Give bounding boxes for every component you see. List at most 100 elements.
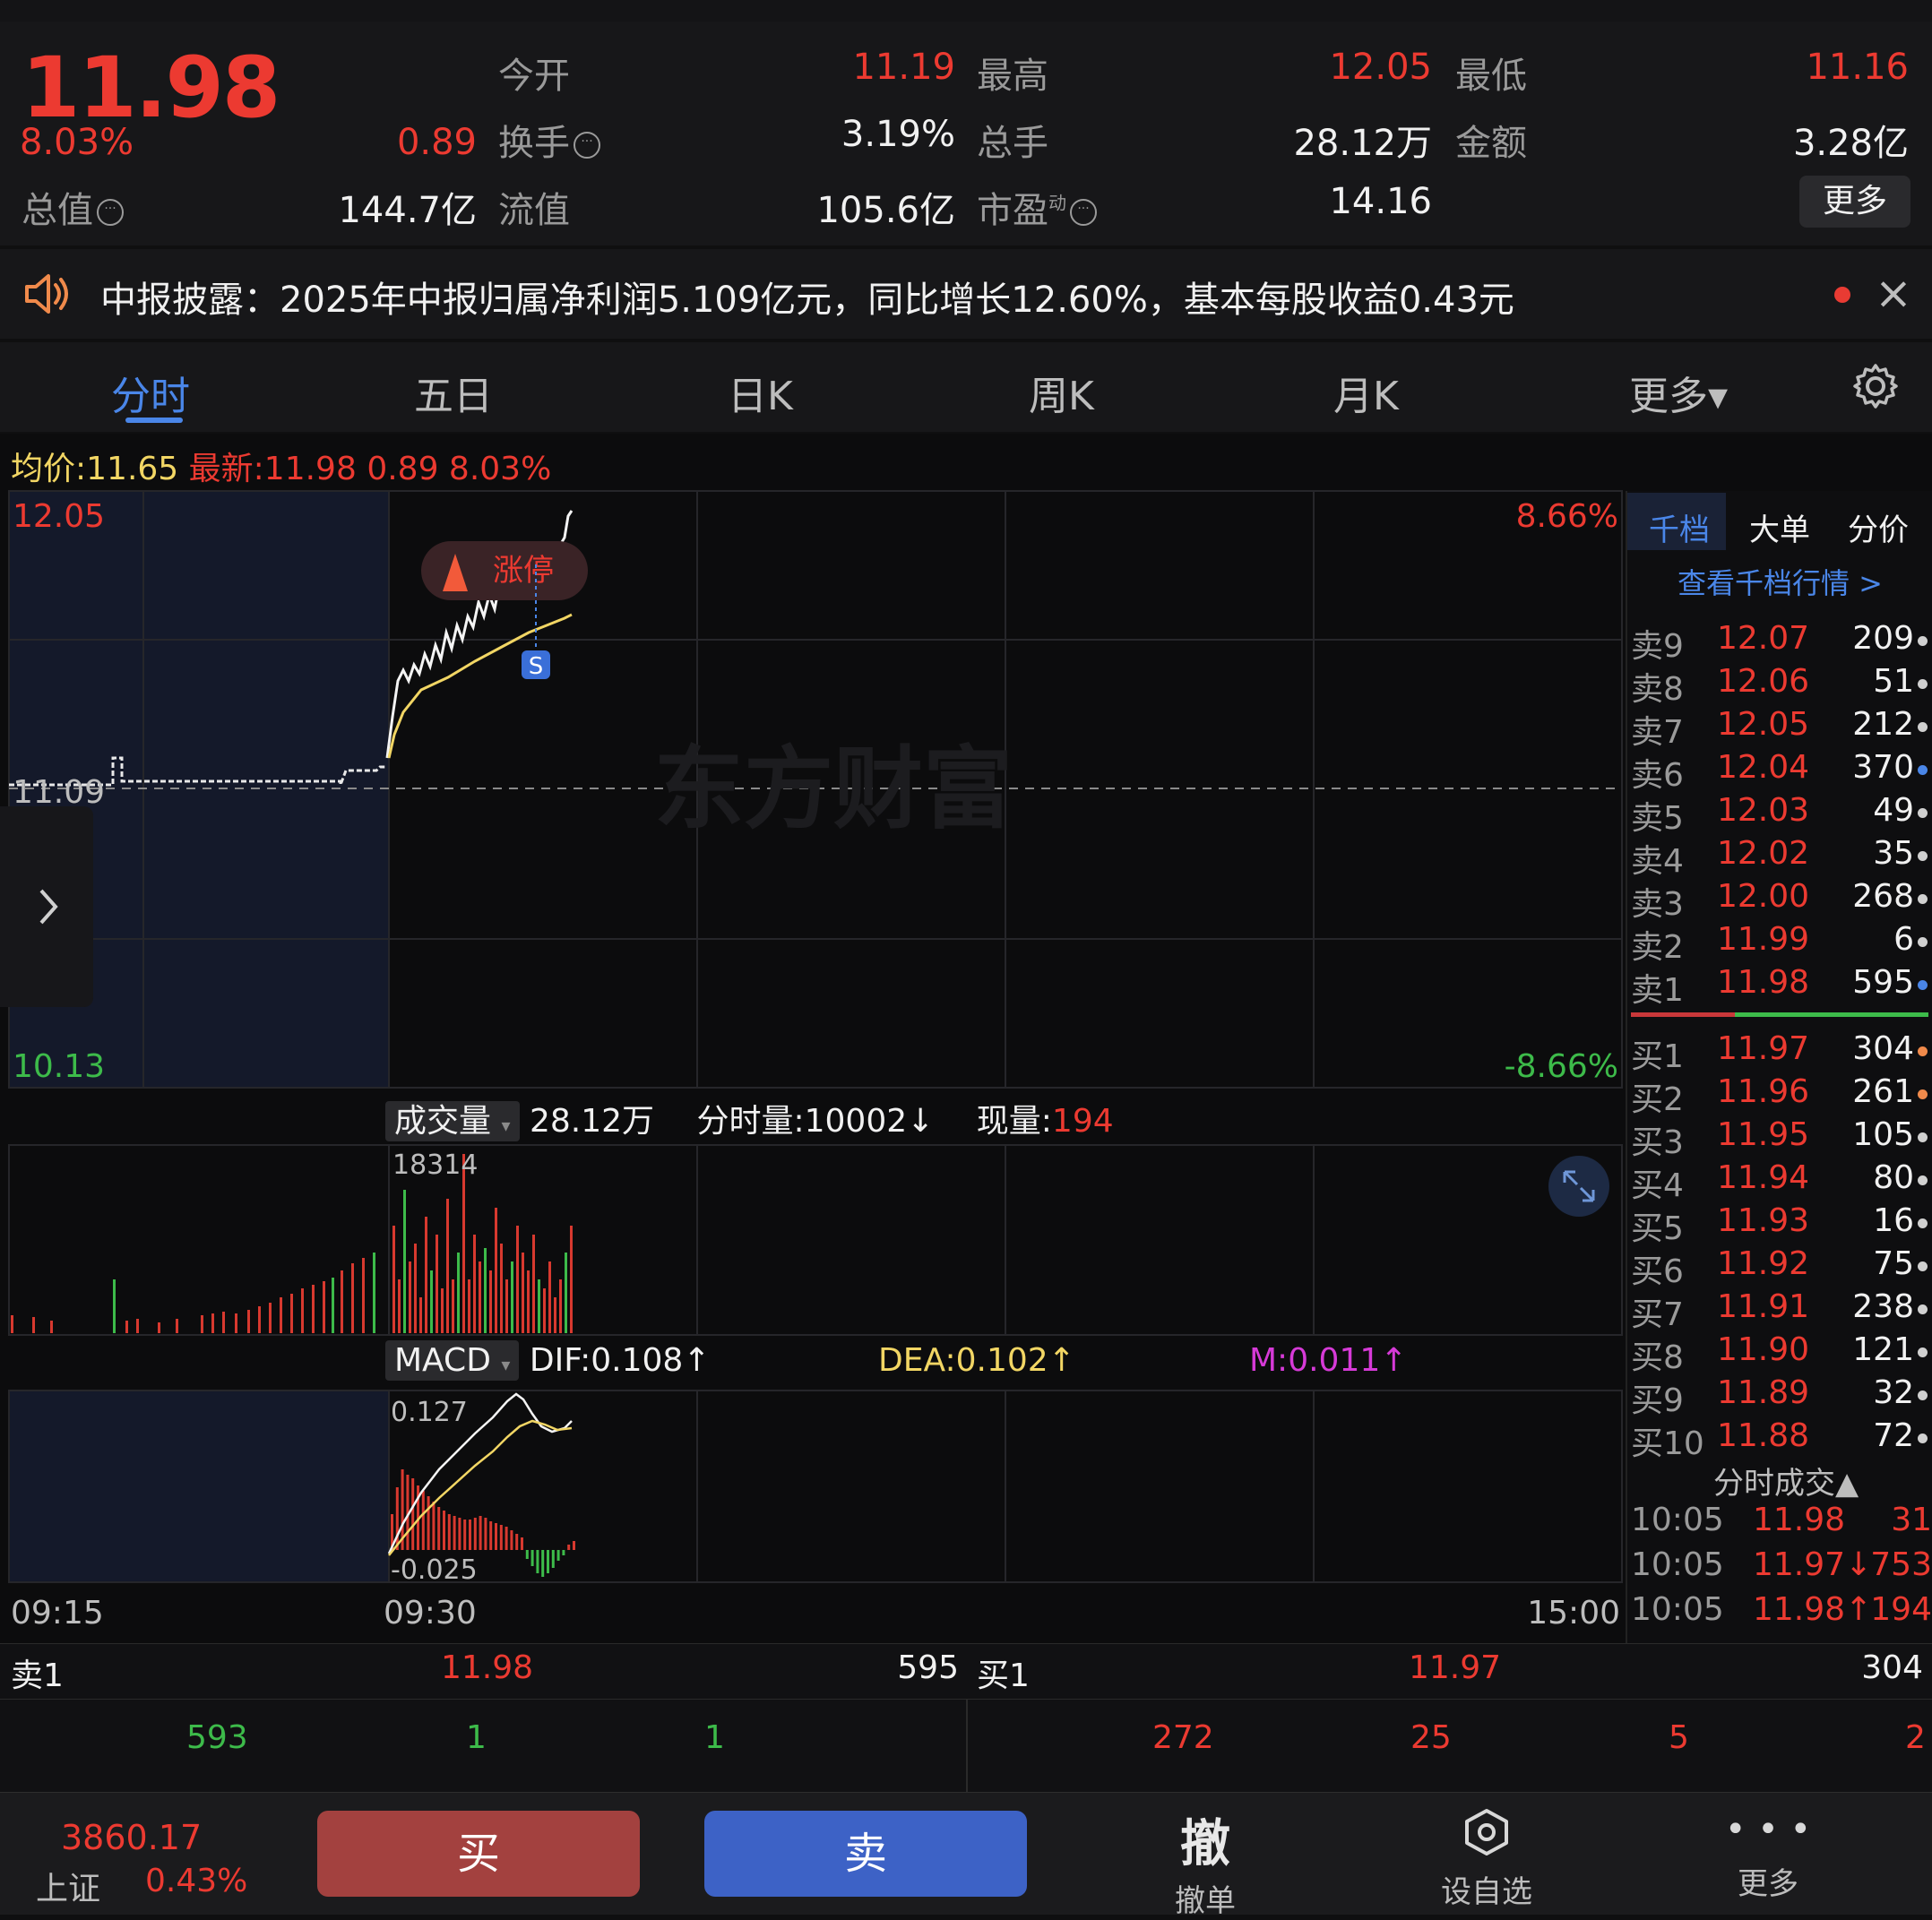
tab-active-indicator [125,418,183,423]
ask-row[interactable]: 卖1 11.98 595 [1627,964,1932,1009]
macd-bar [489,1521,493,1550]
tab-five-day[interactable]: 五日 [414,364,493,421]
expand-button[interactable] [1548,1156,1609,1217]
volume-bar [269,1303,272,1333]
bid-price: 11.95 [1717,1116,1810,1153]
order-dot [1918,679,1928,689]
volume-bar [32,1317,35,1333]
info-dots-icon[interactable]: ··· [574,132,600,159]
mktcap-label[interactable]: 总值 ··· [22,181,124,233]
macd-bar [547,1550,549,1573]
change-pct: 8.03% [20,122,134,163]
bid-queue-item: 272 [1152,1719,1214,1756]
more-nav-button[interactable]: • • • 更多 [1701,1807,1835,1903]
bid-volume: 121 [1852,1331,1914,1368]
volume-bar [258,1306,261,1333]
bid-row[interactable]: 买2 11.96 261 [1627,1073,1932,1118]
add-watchlist-button[interactable]: 设自选 [1419,1807,1554,1911]
volume-max-label: 18314 [392,1149,478,1181]
ask-volume: 595 [1852,964,1914,1001]
buy-button[interactable]: 买 [317,1811,640,1897]
cancel-order-button[interactable]: 撤 撤单 [1138,1804,1272,1920]
level1-row: 卖1 11.98 595 买1 11.97 304 [0,1643,1932,1700]
ask-level-label: 卖3 [1631,886,1684,923]
premarket-shade-macd [9,1390,389,1582]
sell-button[interactable]: 卖 [704,1811,1027,1897]
volume-bar [419,1297,422,1333]
ask-price: 12.05 [1717,706,1810,743]
bid-row[interactable]: 买8 11.90 121 [1627,1331,1932,1376]
tab-depth[interactable]: 千档 [1649,505,1710,549]
bid-level-label: 买8 [1631,1339,1684,1376]
notice-bar[interactable]: 中报披露：2025年中报归属净利润5.109亿元，同比增长12.60%，基本每股… [0,249,1932,339]
macd-bar [562,1550,565,1555]
watermark: 东方财富 [654,736,1013,841]
bid-row[interactable]: 买6 11.92 75 [1627,1245,1932,1290]
tab-weekly-k[interactable]: 周K [1029,364,1094,421]
volume-bar [136,1319,139,1333]
volume-bar [570,1226,573,1333]
macd-bar [556,1550,560,1561]
ask-row[interactable]: 卖5 12.03 49 [1627,792,1932,837]
macd-bar [458,1518,461,1550]
bid-row[interactable]: 买4 11.94 80 [1627,1159,1932,1204]
ask1-label: 卖1 [11,1657,64,1694]
ask-row[interactable]: 卖6 12.04 370 [1627,749,1932,794]
ask-row[interactable]: 卖4 12.02 35 [1627,835,1932,880]
side-panel-toggle[interactable] [0,806,93,1007]
bid-row[interactable]: 买3 11.95 105 [1627,1116,1932,1161]
turnover-label[interactable]: 换手 ··· [498,114,600,166]
order-dot [1918,808,1928,818]
bid-row[interactable]: 买9 11.89 32 [1627,1374,1932,1419]
ask-price: 11.98 [1717,964,1810,1001]
ask-volume: 35 [1873,835,1914,872]
volume-selector[interactable]: 成交量 ▾ [385,1101,520,1141]
ask-volume: 209 [1852,620,1914,657]
tab-daily-k[interactable]: 日K [728,364,793,421]
trades-title[interactable]: 分时成交▲ [1713,1459,1859,1502]
ask-volume: 212 [1852,706,1914,743]
volume-bar [516,1226,519,1333]
ask-volume: 49 [1873,792,1914,829]
macd-selector[interactable]: MACD ▾ [385,1340,520,1381]
volume-bar [158,1322,160,1333]
bid-row[interactable]: 买7 11.91 238 [1627,1288,1932,1333]
tab-big-orders[interactable]: 大单 [1749,505,1810,549]
ask-row[interactable]: 卖7 12.05 212 [1627,706,1932,751]
pe-label[interactable]: 市盈动 ··· [977,181,1097,233]
volume-label: 总手 [977,123,1048,164]
depth-link[interactable]: 查看千档行情 > [1678,561,1883,602]
ask-price: 12.06 [1717,663,1810,700]
info-dots-icon[interactable]: ··· [1070,199,1097,226]
gear-icon[interactable] [1851,362,1900,410]
info-dots-icon[interactable]: ··· [97,199,124,226]
ask-row[interactable]: 卖2 11.99 6 [1627,921,1932,966]
tab-more[interactable]: 更多▾ [1629,364,1728,421]
trade-volume: 194 [1870,1591,1932,1628]
ask-row[interactable]: 卖3 12.00 268 [1627,878,1932,923]
volume-bar [323,1281,325,1333]
tab-price-dist[interactable]: 分价 [1848,505,1909,549]
index-value[interactable]: 3860.17 [61,1818,202,1857]
volume-bar [362,1258,365,1333]
bid-row[interactable]: 买10 11.88 72 [1627,1417,1932,1462]
tab-intraday[interactable]: 分时 [111,364,190,421]
queue-row: 593 1 1 272 25 5 2 [0,1699,1932,1793]
intraday-chart[interactable]: 东方财富 涨停 S 12.05 10.13 11.09 8.66% -8.66%… [0,484,1627,1640]
ask-row[interactable]: 卖9 12.07 209 [1627,620,1932,665]
volume-bars [11,1154,573,1333]
volume-bar [468,1279,470,1333]
tab-monthly-k[interactable]: 月K [1333,364,1399,421]
close-icon[interactable]: × [1875,267,1912,319]
bid-row[interactable]: 买5 11.93 16 [1627,1202,1932,1247]
volume-bar [280,1297,282,1333]
bid-level-label: 买2 [1631,1081,1684,1118]
bid-row[interactable]: 买1 11.97 304 [1627,1030,1932,1075]
bid-price: 11.89 [1717,1374,1810,1411]
more-button[interactable]: 更多 [1799,176,1910,228]
ask1-price: 11.98 [441,1649,534,1686]
ask-row[interactable]: 卖8 12.06 51 [1627,663,1932,708]
high-value: 12.05 [1329,47,1432,88]
volume-bar [511,1261,513,1333]
index-name: 上证 [36,1871,101,1907]
